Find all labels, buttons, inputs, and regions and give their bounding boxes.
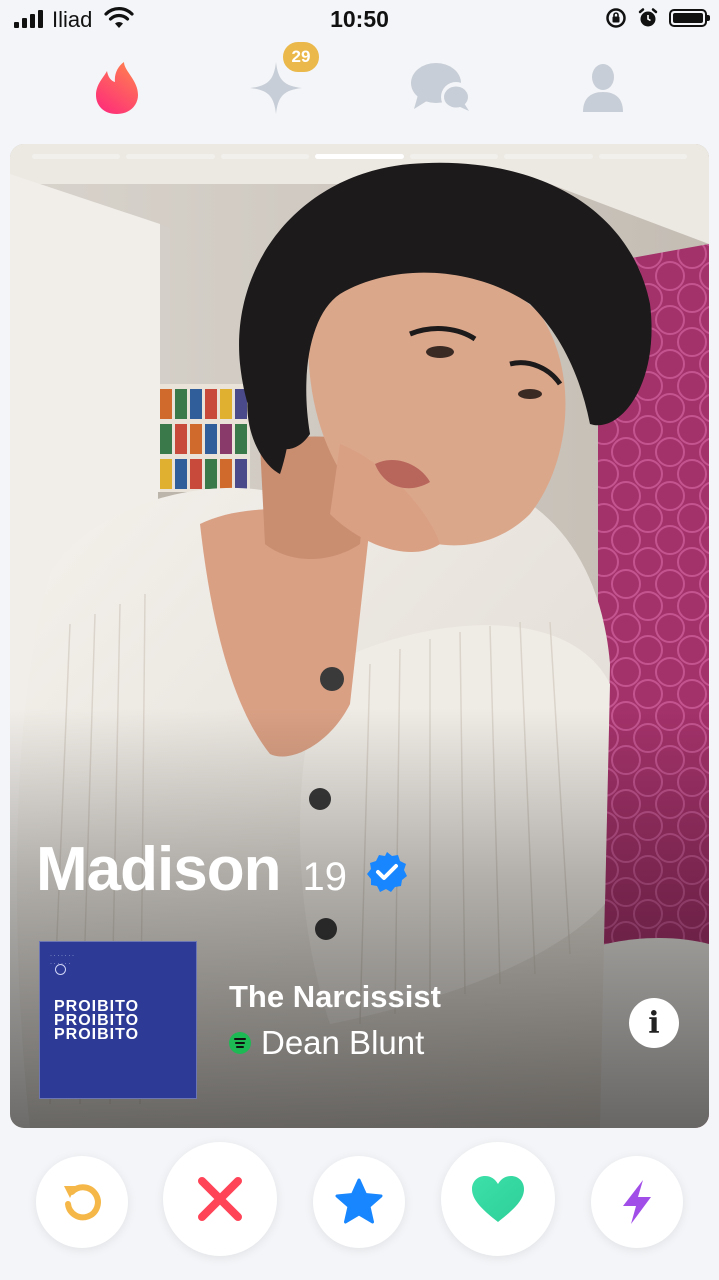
like-button[interactable] bbox=[441, 1142, 555, 1256]
verified-badge-icon bbox=[366, 852, 407, 892]
anthem-artist-row: Dean Blunt bbox=[229, 1024, 424, 1062]
name-age-row: Madison 19 bbox=[36, 834, 409, 905]
album-cover-title: PROIBITO PROIBITO PROIBITO bbox=[54, 998, 140, 1043]
profile-name: Madison bbox=[36, 835, 281, 904]
star-icon bbox=[335, 1178, 383, 1224]
photo-indicator bbox=[220, 154, 310, 159]
rewind-button[interactable] bbox=[36, 1156, 128, 1248]
boost-button[interactable] bbox=[591, 1156, 683, 1248]
alarm-icon bbox=[638, 8, 658, 27]
status-bar: Iliad 10:50 bbox=[0, 0, 719, 40]
photo-indicator-active bbox=[315, 154, 404, 159]
profile-card[interactable]: Madison 19 · · · · · · · · · · · · · PROI… bbox=[10, 144, 709, 1128]
profile-age: 19 bbox=[302, 855, 347, 899]
rewind-icon bbox=[64, 1184, 101, 1221]
tab-discover[interactable] bbox=[77, 48, 157, 128]
photo-indicator bbox=[409, 154, 499, 159]
flame-icon bbox=[96, 62, 138, 114]
orientation-lock-icon bbox=[606, 8, 626, 28]
tab-gold[interactable]: 29 bbox=[236, 40, 321, 128]
photo-indicator bbox=[32, 154, 121, 159]
anthem-artist: Dean Blunt bbox=[261, 1024, 425, 1061]
action-bar bbox=[0, 1140, 719, 1260]
album-cover-emblem bbox=[55, 964, 66, 975]
info-button[interactable]: i bbox=[629, 998, 679, 1048]
super-like-button[interactable] bbox=[313, 1156, 405, 1248]
photo-progress-bar bbox=[32, 154, 687, 159]
x-icon bbox=[198, 1177, 242, 1221]
info-icon: i bbox=[648, 1005, 660, 1041]
anthem-song-title[interactable]: The Narcissist bbox=[229, 979, 441, 1015]
battery-icon bbox=[669, 9, 710, 27]
heart-icon bbox=[472, 1176, 524, 1222]
nope-button[interactable] bbox=[163, 1142, 277, 1256]
photo-indicator bbox=[504, 154, 593, 159]
tab-messages[interactable] bbox=[401, 48, 481, 128]
person-icon bbox=[583, 64, 623, 112]
chat-bubbles-icon bbox=[411, 63, 471, 112]
photo-indicator bbox=[598, 154, 687, 159]
top-nav: 29 bbox=[0, 40, 719, 128]
photo-indicator bbox=[126, 154, 215, 159]
anthem-album-cover[interactable]: · · · · · · · · · · · · · PROIBITO PROIBI… bbox=[39, 941, 197, 1099]
lightning-icon bbox=[623, 1180, 651, 1224]
spotify-icon bbox=[229, 1032, 251, 1054]
likes-count-badge: 29 bbox=[281, 40, 321, 74]
tab-profile[interactable] bbox=[563, 48, 643, 128]
